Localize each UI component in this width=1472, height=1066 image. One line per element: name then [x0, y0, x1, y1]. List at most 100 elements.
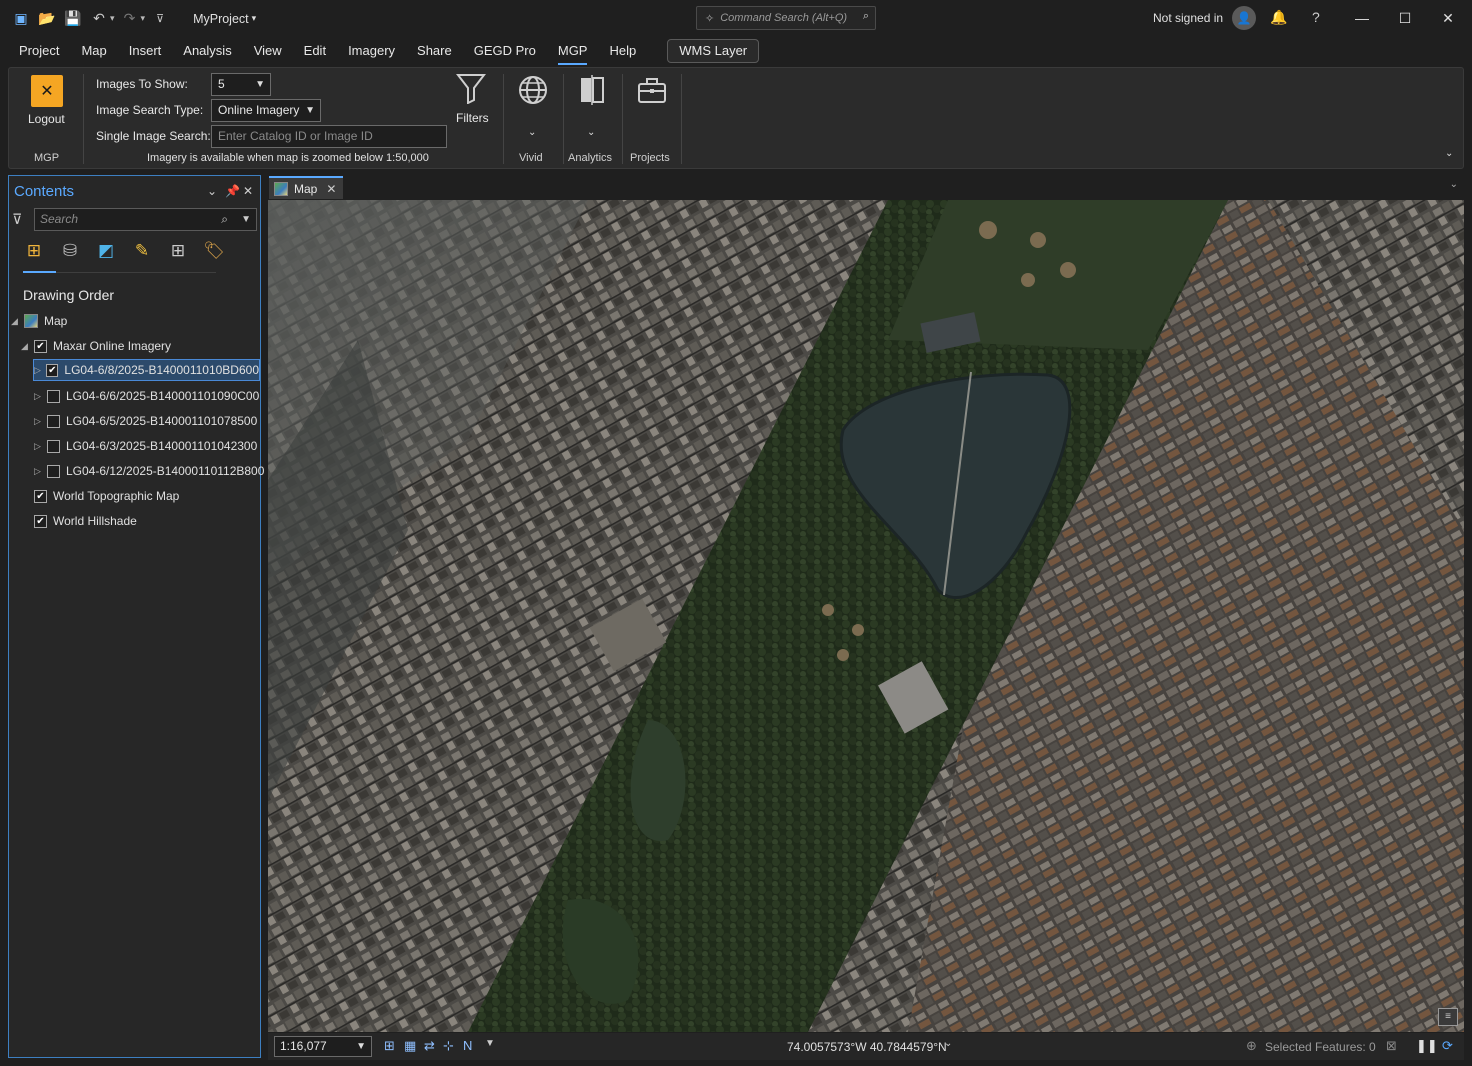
tab-imagery[interactable]: Imagery: [337, 37, 406, 65]
layer-visibility-checkbox[interactable]: ✔: [46, 363, 59, 377]
globe-icon[interactable]: [517, 74, 549, 113]
map-canvas[interactable]: ≡: [268, 200, 1464, 1032]
overview-map-icon[interactable]: ≡: [1438, 1008, 1458, 1026]
layer-visibility-checkbox[interactable]: ✔: [34, 514, 47, 528]
ribbon-separator: [83, 74, 84, 164]
customize-toolbar-icon[interactable]: ⊽: [149, 8, 171, 30]
layer-visibility-checkbox[interactable]: ✔: [34, 489, 47, 503]
filter-icon[interactable]: [455, 72, 487, 111]
single-image-search-input[interactable]: Enter Catalog ID or Image ID: [211, 125, 447, 148]
drawing-order-icon[interactable]: ⊞: [23, 240, 45, 262]
tab-analysis[interactable]: Analysis: [172, 37, 242, 65]
image-search-type-select[interactable]: Online Imagery ▼: [211, 99, 321, 122]
logout-icon[interactable]: ✕: [31, 75, 63, 107]
selection-layers-icon[interactable]: ⊕: [1246, 1038, 1257, 1054]
user-avatar-icon[interactable]: 👤: [1232, 6, 1256, 30]
tab-mgp[interactable]: MGP: [547, 37, 599, 65]
expand-icon[interactable]: ◢: [11, 316, 21, 327]
expand-icon[interactable]: ▷: [34, 365, 43, 376]
expand-icon[interactable]: ▷: [34, 391, 44, 402]
new-project-icon[interactable]: ▣: [10, 8, 32, 30]
divider: [56, 272, 216, 273]
notifications-bell-icon[interactable]: 🔔: [1270, 9, 1287, 26]
pause-drawing-icon[interactable]: ❚❚: [1416, 1038, 1438, 1054]
tree-basemap-row[interactable]: ✔ World Topographic Map: [34, 485, 179, 507]
refresh-icon[interactable]: ⟳: [1442, 1038, 1453, 1054]
close-tab-icon[interactable]: ✕: [326, 182, 336, 196]
projects-group-label: Projects: [630, 152, 670, 164]
redo-icon[interactable]: ↷: [119, 8, 141, 30]
images-to-show-select[interactable]: 5 ▼: [211, 73, 271, 96]
tree-map-row[interactable]: ◢ Map: [11, 310, 67, 332]
clear-selection-icon[interactable]: ⊠: [1386, 1038, 1397, 1054]
tree-image-layer-row[interactable]: ▷ ✔ LG04-6/8/2025-B1400011010BD600: [33, 359, 260, 381]
chevron-down-icon[interactable]: ▼: [485, 1038, 495, 1049]
help-icon[interactable]: ?: [1312, 9, 1320, 25]
undo-dropdown-icon[interactable]: ▾: [110, 13, 115, 24]
save-icon[interactable]: 💾: [62, 8, 84, 30]
tree-basemap-row[interactable]: ✔ World Hillshade: [34, 510, 137, 532]
tree-image-layer-row[interactable]: ▷ LG04-6/3/2025-B140001101042300: [34, 435, 257, 457]
data-source-icon[interactable]: ⛁: [59, 240, 81, 262]
fixed-zoom-icon[interactable]: ⊞: [384, 1038, 395, 1054]
snapping-icon[interactable]: ⇄: [424, 1038, 435, 1054]
chevron-down-icon: ▼: [255, 79, 265, 90]
layer-visibility-checkbox[interactable]: [47, 464, 60, 478]
image-search-type-label: Image Search Type:: [96, 103, 204, 117]
selection-icon[interactable]: ◩: [95, 240, 117, 262]
snapping-grid-icon[interactable]: ⊞: [167, 240, 189, 262]
open-folder-icon[interactable]: 📂: [36, 8, 58, 30]
project-title[interactable]: MyProject ▾: [193, 12, 256, 26]
north-arrow-icon[interactable]: N: [463, 1038, 472, 1053]
undo-icon[interactable]: ↶: [88, 8, 110, 30]
logout-button-label[interactable]: Logout: [28, 112, 65, 126]
contents-search-input[interactable]: Search ⌕ ▼: [34, 208, 257, 231]
projects-briefcase-icon[interactable]: [637, 76, 667, 111]
tree-image-layer-row[interactable]: ▷ LG04-6/6/2025-B140001101090C00: [34, 385, 259, 407]
close-pane-icon[interactable]: ✕: [243, 184, 253, 198]
layer-visibility-checkbox[interactable]: [47, 389, 60, 403]
layer-visibility-checkbox[interactable]: [47, 414, 60, 428]
grid-icon[interactable]: ▦: [404, 1038, 416, 1054]
tree-group-layer-row[interactable]: ◢ ✔ Maxar Online Imagery: [21, 335, 171, 357]
search-icon: ⌕: [862, 10, 869, 22]
filters-button-label[interactable]: Filters: [456, 111, 489, 125]
map-view-tab[interactable]: Map ✕: [269, 176, 343, 199]
filter-icon[interactable]: ⊽: [12, 211, 22, 228]
analytics-compare-icon[interactable]: [578, 74, 606, 113]
layer-visibility-checkbox[interactable]: ✔: [34, 339, 47, 353]
tree-image-layer-row[interactable]: ▷ LG04-6/12/2025-B14000110112B800: [34, 460, 264, 482]
expand-icon[interactable]: ▷: [34, 466, 44, 477]
redo-dropdown-icon[interactable]: ▾: [141, 13, 146, 24]
labeling-tag-icon[interactable]: 🏷: [203, 240, 225, 262]
layer-visibility-checkbox[interactable]: [47, 439, 60, 453]
analytics-dropdown-icon[interactable]: ⌄: [587, 127, 595, 138]
minimize-button[interactable]: —: [1347, 5, 1377, 31]
pin-icon[interactable]: 📌: [225, 184, 240, 198]
expand-icon[interactable]: ◢: [21, 341, 31, 352]
map-scale-select[interactable]: 1:16,077 ▼: [274, 1036, 372, 1057]
coordinate-format-dropdown-icon[interactable]: ⌄: [944, 1038, 952, 1049]
expand-icon[interactable]: ▷: [34, 416, 44, 427]
editing-pencil-icon[interactable]: ✎: [131, 240, 153, 262]
chevron-down-icon[interactable]: ⌄: [1450, 179, 1458, 190]
tab-share[interactable]: Share: [406, 37, 463, 65]
command-search-input[interactable]: ✧ Command Search (Alt+Q) ⌕: [696, 6, 876, 30]
signed-in-status[interactable]: Not signed in: [1153, 11, 1223, 25]
tab-help[interactable]: Help: [598, 37, 647, 65]
tab-insert[interactable]: Insert: [118, 37, 173, 65]
maximize-button[interactable]: ☐: [1390, 5, 1420, 31]
tab-view[interactable]: View: [243, 37, 293, 65]
navigation-icon[interactable]: ⊹: [443, 1038, 454, 1054]
tab-map[interactable]: Map: [70, 37, 117, 65]
tab-edit[interactable]: Edit: [293, 37, 337, 65]
tab-gegd-pro[interactable]: GEGD Pro: [463, 37, 547, 65]
tree-image-layer-row[interactable]: ▷ LG04-6/5/2025-B140001101078500: [34, 410, 257, 432]
expand-icon[interactable]: ▷: [34, 441, 44, 452]
tab-project[interactable]: Project: [8, 37, 70, 65]
vivid-dropdown-icon[interactable]: ⌄: [528, 127, 536, 138]
pane-options-icon[interactable]: ⌄: [207, 184, 217, 198]
collapse-ribbon-icon[interactable]: ⌄: [1445, 148, 1453, 159]
close-window-button[interactable]: ✕: [1433, 5, 1463, 31]
wms-layer-tab[interactable]: WMS Layer: [667, 39, 760, 63]
